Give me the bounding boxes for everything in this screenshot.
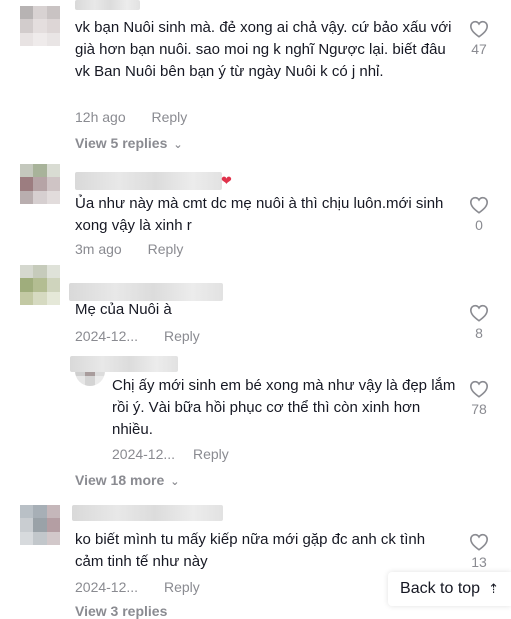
like-button[interactable]: 13 [467,533,491,570]
comment-text: Mẹ của Nuôi à [75,301,172,318]
like-count: 78 [471,401,487,417]
comment-text: Ủa như này mà cmt dc mẹ nuôi à thì chịu … [75,195,444,234]
comment-time: 3m ago [75,241,122,257]
like-button[interactable]: 78 [467,380,491,417]
like-button[interactable]: 0 [467,196,491,233]
like-count: 47 [471,41,487,57]
comment-meta: 2024-12... Reply [75,579,200,595]
avatar[interactable] [20,265,60,305]
arrow-up-icon: ⇡ [488,581,499,596]
comment-meta: 3m ago Reply [75,241,183,257]
chevron-down-icon: ⌄ [170,476,180,488]
username[interactable] [75,172,222,190]
like-button[interactable]: 8 [467,304,491,341]
comment-meta: 2024-12... Reply [75,328,200,344]
view-replies-label: View 3 replies [75,603,168,619]
comment-time: 12h ago [75,109,126,125]
view-replies-button[interactable]: View 5 replies ⌄ [75,135,183,151]
chevron-down-icon: ⌄ [173,139,183,151]
heart-outline-icon [469,304,489,322]
reply-text: Chị ấy mới sinh em bé xong mà như vậy là… [112,377,456,438]
comment-meta: 12h ago Reply [75,109,187,125]
reply-button[interactable]: Reply [148,241,184,257]
reply-meta: 2024-12... Reply [112,446,229,462]
username[interactable] [75,0,140,10]
avatar[interactable] [20,6,60,46]
comment-time: 2024-12... [75,579,139,595]
heart-outline-icon [469,533,489,551]
reply-button[interactable]: Reply [152,109,188,125]
view-replies-label: View 18 more [75,472,165,488]
reply-time: 2024-12... [112,446,176,462]
heart-outline-icon [469,380,489,398]
view-replies-button[interactable]: View 3 replies [75,603,167,619]
avatar[interactable] [20,164,60,204]
reply-button[interactable]: Reply [193,446,229,462]
view-replies-label: View 5 replies [75,135,168,151]
comment-time: 2024-12... [75,328,139,344]
name-emoji: ❤ [221,173,232,188]
reply-button[interactable]: Reply [164,328,200,344]
like-button[interactable]: 47 [467,20,491,57]
heart-outline-icon [469,196,489,214]
reply-button[interactable]: Reply [164,579,200,595]
back-to-top-button[interactable]: Back to top ⇡ [388,572,511,606]
like-count: 13 [471,554,487,570]
back-to-top-label: Back to top [400,580,481,597]
username[interactable] [70,356,178,372]
like-count: 0 [475,217,483,233]
avatar[interactable] [20,505,60,545]
view-more-replies-button[interactable]: View 18 more ⌄ [75,472,179,488]
comment-text: vk bạn Nuôi sinh mà. đẻ xong ai chả vậy.… [75,19,452,80]
like-count: 8 [475,325,483,341]
heart-outline-icon [469,20,489,38]
username[interactable] [72,505,223,521]
comment-text: ko biết mình tu mấy kiếp nữa mới gặp đc … [75,531,426,570]
